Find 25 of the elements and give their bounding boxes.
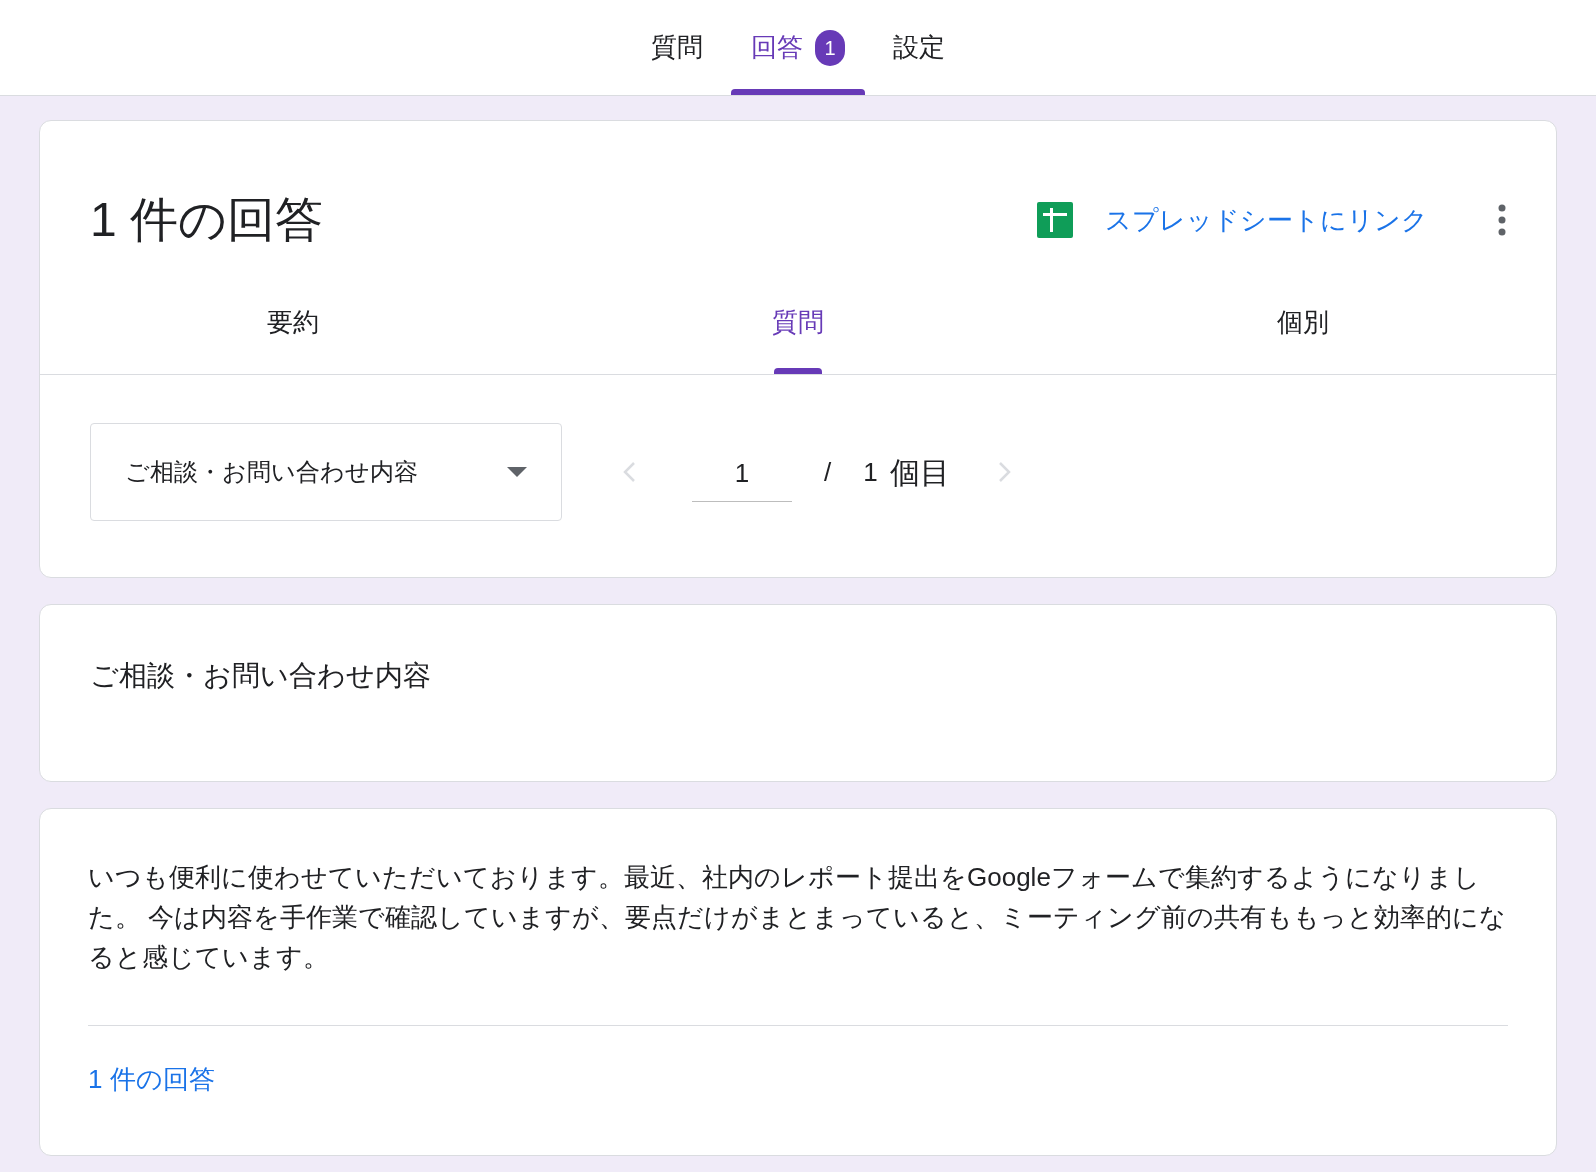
response-count-link[interactable]: 1 件の回答 — [88, 1060, 215, 1099]
answer-text: いつも便利に使わせていただいております。最近、社内のレポート提出をGoogleフォームで集約するようになりました。 今は内容を手作業で確認していますが、要点だけがまとまっていると、ミーティング前の共有ももっと効率的になると感じています。 — [88, 857, 1508, 1026]
chevron-right-icon[interactable] — [997, 461, 1012, 483]
response-count-title: 1 件の回答 — [90, 192, 325, 248]
view-tab[interactable]: 個別 — [1050, 271, 1556, 374]
top-tab[interactable]: 設定 — [873, 0, 965, 95]
page-unit: 個目 — [889, 454, 950, 491]
spreadsheet-link[interactable]: スプレッドシートにリンク — [1105, 200, 1428, 240]
page-total: 1 — [863, 455, 878, 489]
view-tab[interactable]: 要約 — [40, 271, 546, 374]
top-tab[interactable]: 回答 1 — [731, 0, 865, 95]
question-title: ご相談・お問い合わせ内容 — [90, 660, 431, 691]
top-tab[interactable]: 質問 — [631, 0, 723, 95]
page-input-field[interactable]: 1 — [692, 454, 792, 502]
page-separator: / — [824, 455, 832, 489]
tab-label: 設定 — [893, 31, 945, 64]
tab-label: 質問 — [651, 31, 703, 64]
dropdown-caret-icon — [507, 467, 527, 477]
chevron-left-icon[interactable] — [622, 461, 636, 483]
question-dropdown[interactable]: ご相談・お問い合わせ内容 — [90, 423, 562, 521]
view-tab[interactable]: 質問 — [545, 271, 1051, 374]
count-badge: 1 — [815, 29, 845, 66]
spreadsheet-icon — [1037, 202, 1073, 238]
more-options-icon[interactable] — [1498, 204, 1506, 236]
tab-label: 回答 — [751, 31, 803, 64]
